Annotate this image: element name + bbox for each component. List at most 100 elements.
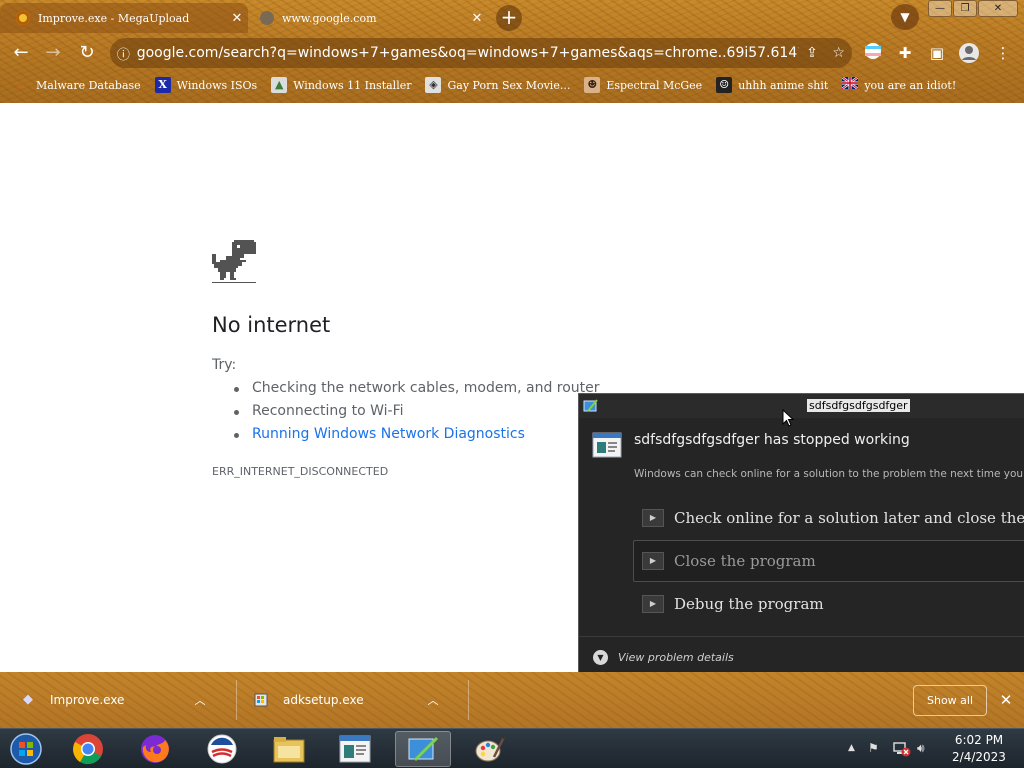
downloads-bar: ◆ Improve.exe ︿ adksetup.exe ︿ xyxy=(0,672,1024,728)
site-info-icon[interactable]: ⓘ xyxy=(110,44,137,63)
bookmark-windows-isos[interactable]: X Windows ISOs xyxy=(154,77,258,93)
try-label: Try: xyxy=(212,357,237,373)
address-bar[interactable]: ⓘ google.com/search?q=windows+7+games&oq… xyxy=(110,38,852,68)
share-icon[interactable]: ⇪ xyxy=(799,45,826,61)
network-disconnected-icon[interactable] xyxy=(893,741,911,760)
forward-arrow-icon[interactable]: → xyxy=(40,40,66,66)
action-center-flag-icon[interactable]: ⚑ xyxy=(868,741,879,755)
debug-program-option[interactable]: ▶ Debug the program xyxy=(634,583,1024,625)
download-item-improve[interactable]: ◆ Improve.exe ︿ xyxy=(20,680,210,720)
restore-button[interactable]: ❐ xyxy=(953,0,977,17)
side-panel-icon[interactable]: ▣ xyxy=(926,42,948,64)
volume-icon[interactable]: 🔊︎ xyxy=(917,741,925,756)
arrow-right-icon: ▶ xyxy=(642,552,664,570)
tab-close-icon[interactable]: ✕ xyxy=(466,11,488,26)
view-problem-details-link[interactable]: View problem details xyxy=(618,651,734,664)
browser-chrome: Improve.exe - MegaUpload ✕ www.google.co… xyxy=(0,0,1024,103)
back-arrow-icon[interactable]: ← xyxy=(8,40,34,66)
profile-avatar-icon[interactable] xyxy=(958,42,980,64)
close-program-option[interactable]: ▶ Close the program xyxy=(633,540,1024,582)
download-item-adksetup[interactable]: adksetup.exe ︿ xyxy=(253,680,443,720)
taskbar: ▲ ⚑ 🔊︎ 6:02 PM 2/4/2023 xyxy=(0,728,1024,768)
anime-icon: ☺ xyxy=(716,77,733,93)
extensions-puzzle-icon[interactable]: ✚ xyxy=(894,42,916,64)
globe-icon xyxy=(260,11,274,25)
tab-search-chevron-icon[interactable]: ▼ xyxy=(891,4,919,30)
error-dialog: sdfsdfgsdfgsdfger sdfsdfgsdfgsdfger has … xyxy=(578,393,1024,676)
chevron-up-icon[interactable]: ︿ xyxy=(423,692,443,708)
arrow-right-icon: ▶ xyxy=(642,509,664,527)
program-window-icon xyxy=(592,432,622,458)
dialog-title: sdfsdfgsdfgsdfger xyxy=(807,399,910,412)
start-button[interactable] xyxy=(0,731,52,767)
extension-flag-icon[interactable] xyxy=(862,42,884,64)
dialog-subtext: Windows can check online for a solution … xyxy=(634,468,1024,480)
megaupload-icon xyxy=(16,11,30,25)
tab-strip: Improve.exe - MegaUpload ✕ www.google.co… xyxy=(0,0,1024,34)
globe-icon: ◈ xyxy=(425,77,442,93)
bookmark-label: uhhh anime shit xyxy=(738,78,829,92)
error-reporting-taskbar-icon[interactable] xyxy=(395,731,451,767)
firefox-taskbar-icon[interactable] xyxy=(127,731,183,767)
new-tab-button[interactable]: + xyxy=(496,5,522,31)
dialog-heading: sdfsdfgsdfgsdfger has stopped working xyxy=(634,432,910,448)
option-label: Check online for a solution later and cl… xyxy=(674,509,1024,527)
close-downloads-icon[interactable]: ✕ xyxy=(996,690,1016,710)
suggestion-list: Checking the network cables, modem, and … xyxy=(232,380,600,449)
option-label: Debug the program xyxy=(674,595,824,613)
bookmark-label: Malware Database xyxy=(36,78,141,92)
bookmark-star-icon[interactable]: ☆ xyxy=(825,45,852,61)
chevron-up-icon[interactable]: ︿ xyxy=(190,692,210,708)
bookmark-label: Windows ISOs xyxy=(176,78,258,92)
bookmark-espectral-mcgee[interactable]: ☻ Espectral McGee xyxy=(584,77,702,93)
address-url: google.com/search?q=windows+7+games&oq=w… xyxy=(136,45,799,61)
obama-logo-taskbar-icon[interactable] xyxy=(194,731,250,767)
dialog-titlebar[interactable]: sdfsdfgsdfgsdfger xyxy=(579,394,1024,418)
bookmark-label: Windows 11 Installer xyxy=(293,78,412,92)
download-name: adksetup.exe xyxy=(283,693,364,707)
tab-improve-megaupload[interactable]: Improve.exe - MegaUpload ✕ xyxy=(0,3,248,33)
bookmark-label: Gay Porn Sex Movie... xyxy=(447,78,571,92)
close-window-button[interactable]: ✕ xyxy=(978,0,1018,17)
chrome-taskbar-icon[interactable] xyxy=(60,731,116,767)
program-window-taskbar-icon[interactable] xyxy=(327,731,383,767)
check-online-option[interactable]: ▶ Check online for a solution later and … xyxy=(634,497,1024,539)
file-explorer-taskbar-icon[interactable] xyxy=(261,731,317,767)
reload-icon[interactable]: ↻ xyxy=(74,40,100,66)
image-icon: ▲ xyxy=(271,77,288,93)
tab-google[interactable]: www.google.com ✕ xyxy=(252,3,488,33)
flag-icon xyxy=(841,76,860,93)
dialog-footer: ▼ View problem details xyxy=(579,636,1024,675)
clock-time: 6:02 PM xyxy=(954,733,1004,747)
arrow-right-icon: ▶ xyxy=(642,595,664,613)
clock-date: 2/4/2023 xyxy=(952,750,1006,764)
bookmark-label: Espectral McGee xyxy=(606,78,703,92)
chevron-down-icon[interactable]: ▼ xyxy=(593,649,608,665)
bookmarks-bar: ♨ Malware Database X Windows ISOs ▲ Wind… xyxy=(0,72,1024,98)
installer-icon xyxy=(253,692,269,708)
show-hidden-icons-icon[interactable]: ▲ xyxy=(848,743,855,753)
bookmark-gay-porn-sex-movie[interactable]: ◈ Gay Porn Sex Movie... xyxy=(425,77,570,93)
error-code: ERR_INTERNET_DISCONNECTED xyxy=(212,465,389,478)
browser-toolbar: ← → ↻ ⓘ google.com/search?q=windows+7+ga… xyxy=(0,36,1024,69)
mouse-cursor-icon xyxy=(782,408,795,431)
tab-title: www.google.com xyxy=(282,11,377,25)
show-all-button[interactable]: Show all xyxy=(913,685,987,716)
list-item: Reconnecting to Wi-Fi xyxy=(232,403,600,426)
paint-taskbar-icon[interactable] xyxy=(462,731,518,767)
bookmark-windows-11-installer[interactable]: ▲ Windows 11 Installer xyxy=(271,77,411,93)
app-icon xyxy=(583,398,599,414)
bookmark-you-are-an-idiot[interactable]: you are an idiot! xyxy=(841,76,956,93)
minimize-button[interactable]: — xyxy=(928,0,952,17)
bookmark-uhhh-anime-shit[interactable]: ☺ uhhh anime shit xyxy=(716,77,828,93)
list-item: Checking the network cables, modem, and … xyxy=(232,380,600,403)
divider xyxy=(236,680,237,720)
network-diagnostics-link[interactable]: Running Windows Network Diagnostics xyxy=(232,426,600,449)
x-icon: X xyxy=(154,77,171,93)
more-menu-icon[interactable]: ⋮ xyxy=(992,42,1014,64)
system-clock[interactable]: 6:02 PM 2/4/2023 xyxy=(940,732,1018,766)
bookmark-malware-database[interactable]: ♨ Malware Database xyxy=(14,77,141,93)
face-icon: ☻ xyxy=(584,77,601,93)
dinosaur-icon[interactable] xyxy=(212,240,256,288)
tab-close-icon[interactable]: ✕ xyxy=(226,11,248,26)
